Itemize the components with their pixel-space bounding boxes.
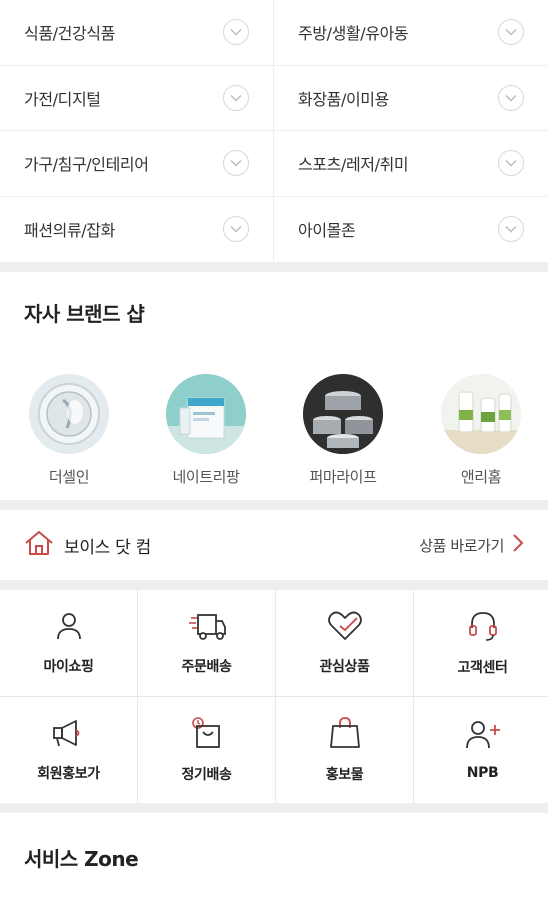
voice-banner-title: 보이스 닷 컴 [64,537,151,558]
chevron-right-icon [512,533,524,557]
category-item[interactable]: 식품/건강식품 [0,0,274,66]
voice-banner[interactable]: 보이스 닷 컴 상품 바로가기 [0,510,548,580]
brand-name: 더셀인 [48,468,90,486]
brand-name: 네이트리팡 [172,468,240,486]
category-label: 주방/생활/유아동 [298,24,409,44]
section-divider [0,803,548,813]
person-icon [53,610,85,646]
category-label: 식품/건강식품 [24,24,115,44]
menu-regular-delivery[interactable]: 정기배송 [138,697,275,803]
brand-item[interactable]: 네이트리팡 [146,374,266,487]
menu-label: 주문배송 [181,659,232,675]
brand-item[interactable]: 앤리홈 [421,374,541,487]
category-label: 가전/디지털 [24,89,101,109]
category-item[interactable]: 가구/침구/인테리어 [0,131,274,197]
category-item[interactable]: 화장품/이미용 [274,66,548,131]
shopping-bag-icon [329,716,361,754]
product-shortcut-link[interactable]: 상품 바로가기 [419,533,524,557]
truck-icon [187,610,227,646]
menu-wishlist[interactable]: 관심상품 [276,590,413,696]
category-label: 화장품/이미용 [298,89,389,109]
product-shortcut-label: 상품 바로가기 [419,536,504,555]
home-icon [24,530,54,560]
category-item[interactable]: 아이몰존 [274,197,548,263]
category-grid: 식품/건강식품 주방/생활/유아동 가전/디지털 화장품/이미용 가구/침구/인… [0,0,548,262]
chevron-down-icon [223,19,249,46]
brand-name: 퍼마라이프 [309,468,377,486]
chevron-down-icon [223,216,249,243]
brand-name: 앤리홈 [460,468,502,486]
service-zone-title: 서비스 Zone [24,847,139,871]
menu-label: 관심상품 [319,659,370,675]
chevron-down-icon [498,150,524,177]
menu-customer-center[interactable]: 고객센터 [414,590,548,696]
chevron-down-icon [223,84,249,111]
menu-my-shopping[interactable]: 마이쇼핑 [0,590,137,696]
category-item[interactable]: 가전/디지털 [0,65,274,131]
quick-menu-grid: 마이쇼핑 주문배송 관심상품 고객센터 회원홍보가 정기배송 홍보물 NPB [0,590,548,803]
category-label: 아이몰존 [298,221,356,241]
menu-label: NPB [466,765,499,781]
menu-label: 고객센터 [457,660,508,676]
voice-banner-left: 보이스 닷 컴 [24,530,151,560]
supplement-box-image [166,374,246,454]
category-label: 가구/침구/인테리어 [24,155,149,175]
category-label: 스포츠/레저/취미 [298,155,409,175]
menu-label: 회원홍보가 [37,766,100,782]
cookware-set-image [303,374,383,454]
service-zone-section: 서비스 Zone [0,813,548,899]
category-item[interactable]: 패션의류/잡화 [0,196,274,262]
chevron-down-icon [498,216,524,243]
megaphone-icon [50,717,88,753]
menu-label: 마이쇼핑 [43,659,94,675]
round-device-image [29,374,109,454]
calendar-bag-icon [190,716,224,754]
section-divider [0,500,548,510]
heart-icon [326,610,364,646]
menu-label: 정기배송 [181,767,232,783]
category-label: 패션의류/잡화 [24,221,115,241]
brand-item[interactable]: 퍼마라이프 [283,374,403,487]
menu-order-delivery[interactable]: 주문배송 [138,590,275,696]
chevron-down-icon [498,19,524,46]
cleaning-bottles-image [441,374,521,454]
menu-member-promo[interactable]: 회원홍보가 [0,697,137,803]
brand-item[interactable]: 더셀인 [9,374,129,487]
section-divider [0,580,548,590]
add-person-icon [464,719,502,755]
chevron-down-icon [498,84,524,111]
menu-npb[interactable]: NPB [414,697,548,803]
chevron-down-icon [223,150,249,177]
brand-shop-section: 자사 브랜드 샵 더셀인 네이트리팡 퍼마라이프 앤리홈 [0,272,548,500]
category-item[interactable]: 주방/생활/유아동 [274,0,548,66]
menu-label: 홍보물 [325,767,364,783]
section-divider [0,262,548,272]
brand-shop-title: 자사 브랜드 샵 [24,302,145,326]
menu-promo-materials[interactable]: 홍보물 [276,697,413,803]
category-item[interactable]: 스포츠/레저/취미 [274,131,548,197]
headset-icon [466,609,500,647]
brand-list: 더셀인 네이트리팡 퍼마라이프 앤리홈 [0,374,548,490]
